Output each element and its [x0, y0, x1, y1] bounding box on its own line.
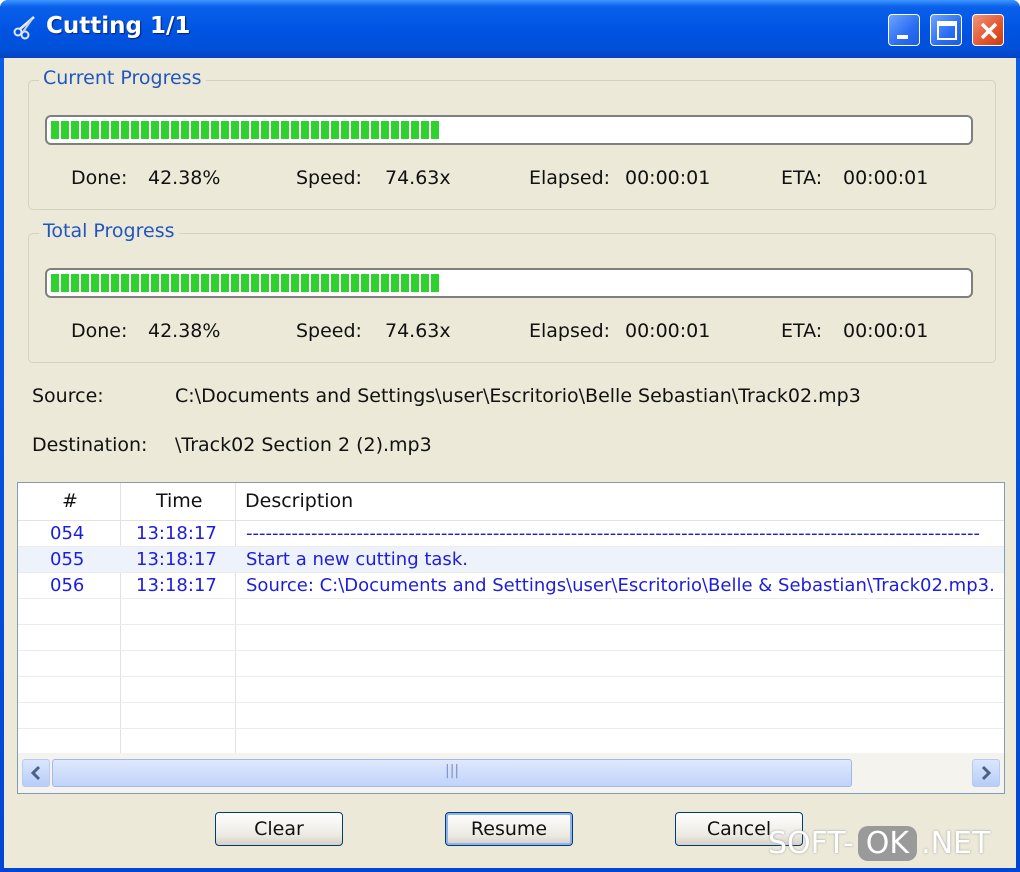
total-elapsed-label: Elapsed: [529, 320, 611, 342]
watermark-left: SOFT- [768, 826, 854, 861]
total-progress-group: Total Progress Done: 42.38% Speed: 74.63… [28, 220, 996, 363]
source-path: C:\Documents and Settings\user\Escritori… [175, 385, 861, 407]
total-speed-label: Speed: [296, 320, 362, 342]
watermark: SOFT- OK .NET [768, 826, 990, 861]
watermark-mid: OK [857, 826, 918, 861]
log-row-description: ----------------------------------------… [246, 523, 980, 544]
total-done-value: 42.38% [148, 320, 221, 342]
current-speed-value: 74.63x [385, 167, 451, 189]
total-progress-fill [51, 274, 440, 292]
minimize-button[interactable] [888, 14, 920, 46]
scroll-thumb[interactable]: ||| [52, 759, 852, 787]
scroll-right-button[interactable] [972, 759, 1000, 787]
empty-row [18, 599, 1004, 625]
empty-row [18, 703, 1004, 729]
scissors-icon [13, 16, 35, 40]
column-header-time[interactable]: Time [156, 483, 203, 520]
empty-row [18, 625, 1004, 651]
log-row-number: 056 [50, 575, 85, 596]
close-button[interactable] [972, 14, 1004, 46]
maximize-button[interactable] [930, 14, 962, 46]
destination-label: Destination: [32, 434, 148, 456]
current-done-value: 42.38% [148, 167, 221, 189]
log-row[interactable]: 056 13:18:17 Source: C:\Documents and Se… [18, 573, 1004, 599]
window-title: Cutting 1/1 [46, 13, 191, 39]
log-row-time: 13:18:17 [136, 549, 217, 570]
scroll-left-button[interactable] [22, 759, 50, 787]
log-row-description: Source: C:\Documents and Settings\user\E… [246, 575, 995, 596]
current-elapsed-value: 00:00:01 [625, 167, 711, 189]
horizontal-scrollbar[interactable]: ||| [18, 753, 1004, 793]
destination-path: \Track02 Section 2 (2).mp3 [175, 434, 432, 456]
close-icon [980, 22, 998, 40]
watermark-right: .NET [921, 826, 991, 861]
empty-row [18, 651, 1004, 677]
source-label: Source: [32, 385, 104, 407]
grip-icon: ||| [445, 763, 460, 779]
total-eta-label: ETA: [781, 320, 823, 342]
chevron-left-icon [30, 765, 41, 781]
current-progress-group: Current Progress Done: 42.38% Speed: 74.… [28, 67, 996, 210]
column-header-description[interactable]: Description [245, 483, 353, 520]
current-eta-label: ETA: [781, 167, 823, 189]
title-bar[interactable]: Cutting 1/1 [0, 0, 1020, 58]
log-list[interactable]: # Time Description 054 13:18:17 --------… [17, 482, 1005, 794]
column-header-number[interactable]: # [62, 483, 78, 520]
current-done-label: Done: [71, 167, 128, 189]
resume-button[interactable]: Resume [445, 812, 573, 846]
log-row-number: 055 [50, 549, 85, 570]
log-row-number: 054 [50, 523, 85, 544]
total-speed-value: 74.63x [385, 320, 451, 342]
total-progress-bar [45, 268, 973, 298]
current-speed-label: Speed: [296, 167, 362, 189]
empty-row [18, 677, 1004, 703]
log-row[interactable]: 054 13:18:17 ---------------------------… [18, 521, 1004, 547]
dialog-body: Current Progress Done: 42.38% Speed: 74.… [4, 58, 1016, 868]
current-eta-value: 00:00:01 [843, 167, 929, 189]
log-header: # Time Description [18, 483, 1004, 521]
app-window: Cutting 1/1 Current Progress Done: 42.38… [0, 0, 1020, 872]
clear-button[interactable]: Clear [215, 812, 343, 846]
total-elapsed-value: 00:00:01 [625, 320, 711, 342]
total-progress-title: Total Progress [39, 220, 179, 242]
log-row-time: 13:18:17 [136, 575, 217, 596]
current-progress-fill [51, 121, 440, 139]
log-row-time: 13:18:17 [136, 523, 217, 544]
log-row[interactable]: 055 13:18:17 Start a new cutting task. [18, 547, 1004, 573]
total-eta-value: 00:00:01 [843, 320, 929, 342]
current-elapsed-label: Elapsed: [529, 167, 611, 189]
empty-row [18, 729, 1004, 755]
log-row-description: Start a new cutting task. [246, 549, 468, 570]
chevron-right-icon [981, 765, 992, 781]
maximize-icon [937, 21, 957, 40]
total-done-label: Done: [71, 320, 128, 342]
current-progress-bar [45, 115, 973, 145]
current-progress-title: Current Progress [39, 67, 206, 89]
minimize-icon [897, 35, 908, 39]
